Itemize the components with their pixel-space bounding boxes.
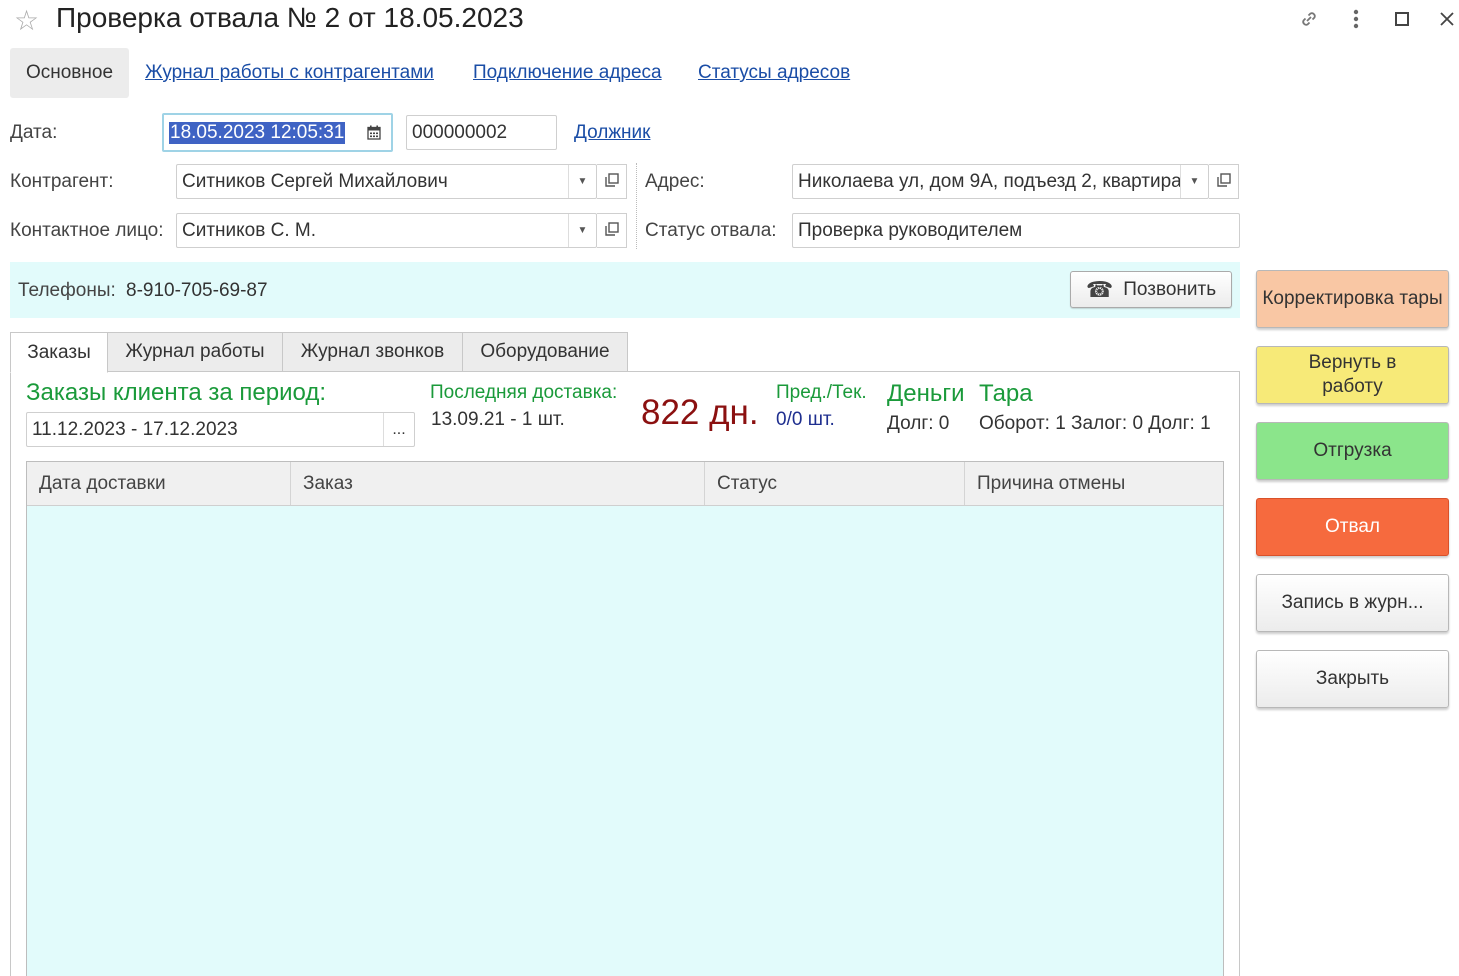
column-header-order[interactable]: Заказ: [291, 462, 705, 505]
more-icon[interactable]: [1341, 4, 1371, 34]
tab-equipment[interactable]: Оборудование: [462, 332, 628, 372]
counterparty-label: Контрагент:: [10, 171, 114, 192]
counterparty-value: Ситников Сергей Михайлович: [182, 170, 448, 192]
nav-link-counterparty-log[interactable]: Журнал работы с контрагентами: [145, 62, 434, 84]
open-icon: [1216, 171, 1231, 193]
phone-icon: ☎: [1085, 276, 1114, 302]
phones-value: 8-910-705-69-87: [126, 280, 268, 301]
open-icon: [604, 220, 619, 242]
debtor-link[interactable]: Должник: [574, 122, 650, 144]
money-label: Деньги: [887, 380, 965, 407]
open-icon: [604, 171, 619, 193]
last-delivery-value: 13.09.21 - 1 шт.: [431, 409, 565, 430]
journal-entry-button[interactable]: Запись в журн...: [1256, 574, 1449, 632]
calendar-icon[interactable]: [367, 125, 381, 140]
phones-label: Телефоны:: [18, 280, 116, 301]
prev-cur-value: 0/0 шт.: [776, 409, 835, 430]
period-value: 11.12.2023 - 17.12.2023: [32, 418, 238, 440]
tab-work-log[interactable]: Журнал работы: [107, 332, 283, 372]
nav-main[interactable]: Основное: [10, 48, 129, 98]
shipment-button[interactable]: Отгрузка: [1256, 422, 1449, 480]
column-header-delivery-date[interactable]: Дата доставки: [27, 462, 291, 505]
tab-call-log[interactable]: Журнал звонков: [282, 332, 463, 372]
period-title: Заказы клиента за период:: [26, 379, 326, 406]
chevron-down-icon[interactable]: ▼: [568, 214, 596, 247]
chevron-down-icon[interactable]: ▼: [568, 165, 596, 198]
call-button[interactable]: ☎ Позвонить: [1070, 271, 1232, 308]
date-label: Дата:: [10, 122, 58, 143]
tare-correction-button[interactable]: Корректировка тары: [1256, 270, 1449, 328]
open-counterparty-button[interactable]: [597, 164, 627, 199]
date-field[interactable]: 18.05.2023 12:05:31: [162, 113, 393, 152]
window-title: Проверка отвала № 2 от 18.05.2023: [56, 2, 524, 33]
address-value: Николаева ул, дом 9А, подъезд 2, квартир…: [798, 170, 1180, 192]
date-value[interactable]: 18.05.2023 12:05:31: [169, 121, 346, 144]
nav-link-address-statuses[interactable]: Статусы адресов: [698, 62, 850, 84]
last-delivery-label: Последняя доставка:: [430, 382, 618, 403]
tab-orders[interactable]: Заказы: [10, 332, 108, 373]
open-contact-button[interactable]: [597, 213, 627, 248]
column-header-cancel-reason[interactable]: Причина отмены: [965, 462, 1223, 505]
status-field: Проверка руководителем: [792, 213, 1240, 248]
prev-cur-label: Пред./Тек.: [776, 382, 867, 403]
contact-label: Контактное лицо:: [10, 220, 164, 241]
address-field[interactable]: Николаева ул, дом 9А, подъезд 2, квартир…: [792, 164, 1209, 199]
column-header-status[interactable]: Статус: [705, 462, 965, 505]
chevron-down-icon[interactable]: ▼: [1180, 165, 1208, 198]
number-field[interactable]: 000000002: [406, 115, 557, 150]
address-label: Адрес:: [645, 171, 705, 192]
counterparty-field[interactable]: Ситников Сергей Михайлович ▼: [176, 164, 597, 199]
open-address-button[interactable]: [1209, 164, 1239, 199]
orders-table[interactable]: Дата доставки Заказ Статус Причина отмен…: [26, 461, 1224, 976]
link-icon[interactable]: [1294, 4, 1324, 34]
tare-label: Тара: [979, 380, 1033, 407]
money-value: Долг: 0: [887, 413, 950, 434]
drop-off-button[interactable]: Отвал: [1256, 498, 1449, 556]
contact-value: Ситников С. М.: [182, 219, 316, 241]
call-button-label: Позвонить: [1123, 278, 1217, 300]
contact-field[interactable]: Ситников С. М. ▼: [176, 213, 597, 248]
status-value: Проверка руководителем: [798, 219, 1023, 241]
close-icon[interactable]: [1432, 4, 1459, 34]
period-select-button[interactable]: ...: [383, 413, 414, 446]
number-value: 000000002: [412, 121, 508, 143]
days-since-delivery: 822 дн.: [641, 393, 759, 432]
return-to-work-button[interactable]: Вернуть в работу: [1256, 346, 1449, 404]
column-divider: [636, 163, 637, 249]
status-label: Статус отвала:: [645, 220, 777, 241]
tare-value: Оборот: 1 Залог: 0 Долг: 1: [979, 413, 1211, 434]
maximize-icon[interactable]: [1387, 4, 1417, 34]
close-button[interactable]: Закрыть: [1256, 650, 1449, 708]
table-header: Дата доставки Заказ Статус Причина отмен…: [27, 462, 1223, 506]
period-field[interactable]: 11.12.2023 - 17.12.2023 ...: [26, 412, 415, 447]
nav-link-address-connection[interactable]: Подключение адреса: [473, 62, 662, 84]
star-icon[interactable]: ☆: [14, 4, 39, 37]
